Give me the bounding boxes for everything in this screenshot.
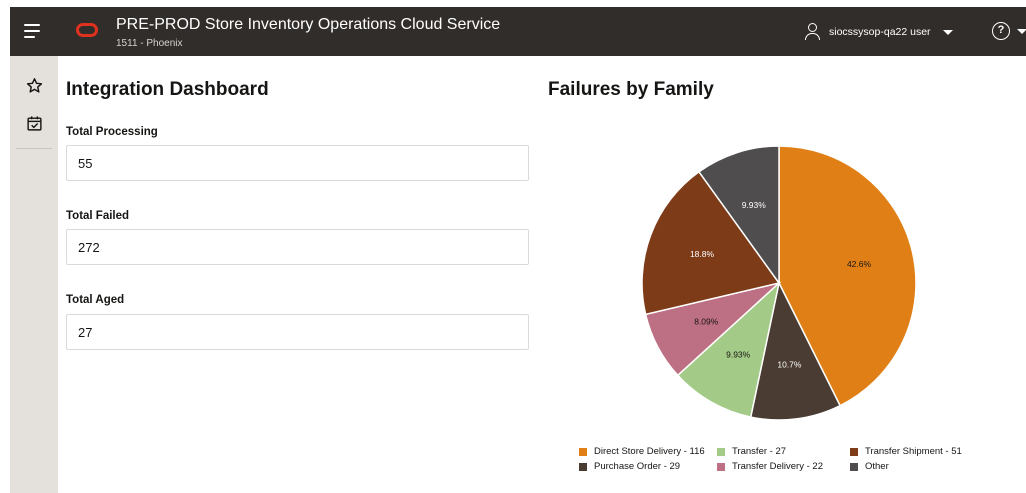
legend-label: Transfer - 27	[732, 446, 787, 457]
chevron-down-icon	[1017, 28, 1026, 34]
oracle-logo-icon	[76, 23, 98, 37]
tasks-button[interactable]	[23, 112, 45, 134]
legend-item-other[interactable]: Other	[850, 461, 889, 472]
chart-legend: Direct Store Delivery - 116 Transfer - 27…	[579, 446, 999, 482]
user-icon	[804, 23, 820, 41]
help-menu-button[interactable]: ?	[992, 22, 1026, 40]
sidebar-divider	[16, 148, 52, 149]
legend-item-transfer-delivery[interactable]: Transfer Delivery - 22	[717, 461, 823, 472]
legend-item-transfer-shipment[interactable]: Transfer Shipment - 51	[850, 446, 962, 457]
slice-label-transfer-delivery: 8.09%	[694, 316, 719, 326]
store-name: 1511 - Phoenix	[116, 38, 183, 49]
legend-label: Transfer Shipment - 51	[865, 446, 962, 457]
chevron-down-icon	[942, 29, 953, 35]
legend-label: Other	[865, 461, 889, 472]
legend-item-direct-store-delivery[interactable]: Direct Store Delivery - 116	[579, 446, 705, 457]
slice-label-direct-store-delivery: 42.6%	[847, 259, 872, 269]
legend-swatch	[717, 447, 725, 456]
slice-label-transfer: 9.93%	[726, 349, 751, 359]
legend-swatch	[579, 462, 587, 471]
legend-swatch	[850, 447, 858, 456]
legend-swatch	[717, 462, 725, 471]
app-header: PRE-PROD Store Inventory Operations Clou…	[10, 7, 1026, 56]
app-title: PRE-PROD Store Inventory Operations Clou…	[116, 16, 501, 33]
slice-label-other: 9.93%	[742, 200, 767, 210]
slice-label-transfer-shipment: 18.8%	[690, 249, 715, 259]
user-menu-button[interactable]: siocssysop-qa22 user	[804, 23, 953, 41]
legend-item-purchase-order[interactable]: Purchase Order - 29	[579, 461, 680, 472]
legend-label: Direct Store Delivery - 116	[594, 446, 705, 457]
main-content: Integration Dashboard Total Processing T…	[58, 56, 1026, 493]
hamburger-menu-icon[interactable]	[24, 24, 42, 38]
legend-swatch	[850, 462, 858, 471]
pie-chart: 42.6% 10.7% 9.93% 8.09% 18.8% 9.93%	[641, 145, 917, 421]
help-icon: ?	[992, 22, 1010, 40]
user-name: siocssysop-qa22 user	[829, 26, 931, 38]
calendar-check-icon	[26, 115, 42, 131]
legend-label: Purchase Order - 29	[594, 461, 681, 472]
legend-swatch	[579, 447, 587, 456]
legend-label: Transfer Delivery - 22	[732, 461, 823, 472]
star-icon	[26, 77, 42, 93]
slice-label-purchase-order: 10.7%	[777, 360, 802, 370]
sidebar	[10, 56, 58, 493]
legend-item-transfer[interactable]: Transfer - 27	[717, 446, 786, 457]
favorites-button[interactable]	[23, 74, 45, 96]
